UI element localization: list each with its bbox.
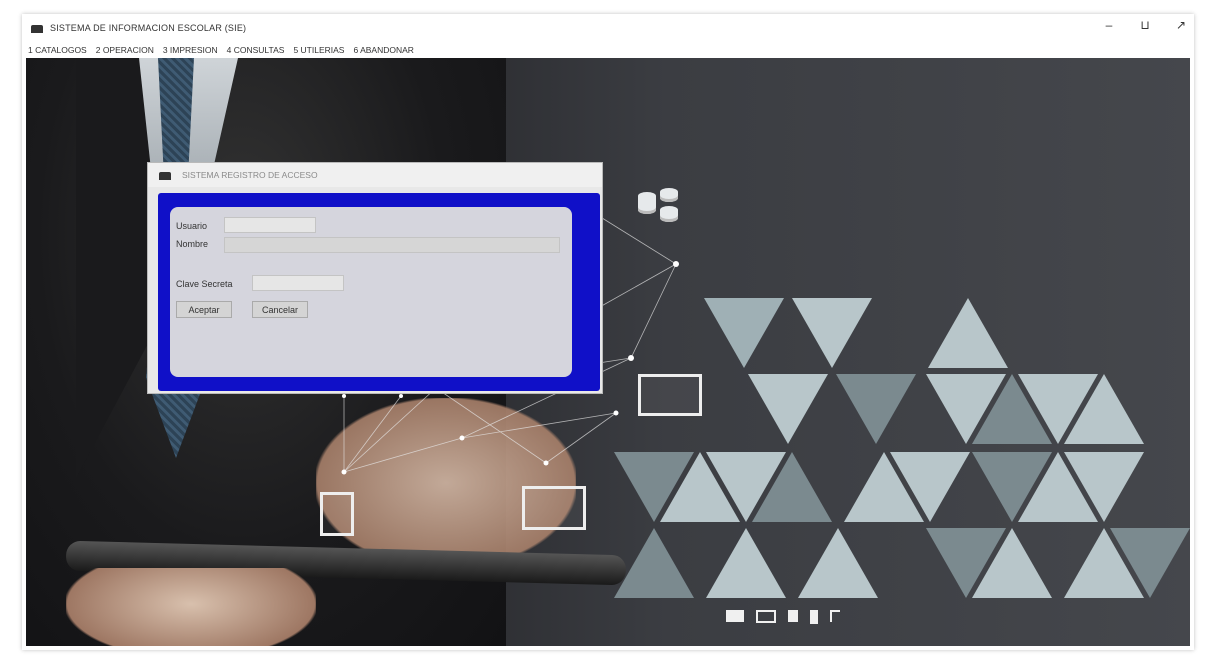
bottom-icon-row	[726, 610, 840, 624]
minimize-button[interactable]: –	[1102, 18, 1116, 32]
app-icon	[30, 22, 44, 34]
tri-pin-icon	[836, 374, 916, 444]
phone-icon	[320, 492, 354, 536]
login-frame: Usuario Nombre Clave Secreta Aceptar Can…	[158, 193, 600, 391]
handset-icon	[830, 610, 840, 622]
aceptar-button[interactable]: Aceptar	[176, 301, 232, 318]
menu-consultas[interactable]: 4 CONSULTAS	[227, 45, 285, 55]
mail-icon	[726, 610, 744, 622]
tri-drill-icon	[1064, 374, 1144, 444]
title-bar: SISTEMA DE INFORMACION ESCOLAR (SIE) – ⊔…	[22, 14, 1194, 42]
tri-briefcase-icon	[890, 452, 970, 522]
nombre-label: Nombre	[176, 239, 209, 249]
tri-factory-icon	[614, 528, 694, 598]
tri-fence-icon	[752, 452, 832, 522]
tri-tools-icon	[792, 298, 872, 368]
window-title: SISTEMA DE INFORMACION ESCOLAR (SIE)	[50, 23, 247, 33]
screen-icon	[756, 610, 776, 623]
menu-impresion[interactable]: 3 IMPRESION	[163, 45, 218, 55]
monitor-icon	[638, 374, 702, 416]
usuario-label: Usuario	[176, 221, 208, 231]
cancelar-button[interactable]: Cancelar	[252, 301, 308, 318]
menu-catalogos[interactable]: 1 CATALOGOS	[28, 45, 87, 55]
tri-gears-icon	[972, 528, 1052, 598]
tri-tape-icon	[798, 528, 878, 598]
clave-field[interactable]	[252, 275, 344, 291]
nombre-field	[224, 237, 560, 253]
tri-chart-icon	[928, 298, 1008, 368]
login-title-bar: SISTEMA REGISTRO DE ACCESO	[148, 163, 602, 187]
dialog-app-icon	[158, 169, 172, 181]
tri-gear-icon	[748, 374, 828, 444]
login-dialog: SISTEMA REGISTRO DE ACCESO Usuario Nombr…	[147, 162, 603, 394]
menu-operacion[interactable]: 2 OPERACION	[96, 45, 154, 55]
usuario-field[interactable]	[224, 217, 316, 233]
background-image: SISTEMA REGISTRO DE ACCESO Usuario Nombr…	[26, 58, 1190, 646]
device-icon	[810, 610, 818, 624]
menu-bar: 1 CATALOGOS 2 OPERACION 3 IMPRESION 4 CO…	[22, 42, 1194, 58]
menu-abandonar[interactable]: 6 ABANDONAR	[353, 45, 413, 55]
monitor-small-icon	[522, 486, 586, 530]
database-icon	[638, 188, 690, 236]
menu-utilerias[interactable]: 5 UTILERIAS	[293, 45, 344, 55]
cursor-icon	[788, 610, 798, 622]
restore-button[interactable]: ⊔	[1138, 18, 1152, 32]
login-panel: Usuario Nombre Clave Secreta Aceptar Can…	[170, 207, 572, 377]
window-controls: – ⊔ ↗	[1102, 18, 1188, 32]
close-button[interactable]: ↗	[1174, 18, 1188, 32]
tri-worker-icon	[704, 298, 784, 368]
tri-camera-icon	[1110, 528, 1190, 598]
tri-wrench-icon	[706, 528, 786, 598]
clave-label: Clave Secreta	[176, 279, 233, 289]
tri-window-icon	[1064, 452, 1144, 522]
main-window: SISTEMA DE INFORMACION ESCOLAR (SIE) – ⊔…	[22, 14, 1194, 650]
login-title: SISTEMA REGISTRO DE ACCESO	[182, 170, 318, 180]
